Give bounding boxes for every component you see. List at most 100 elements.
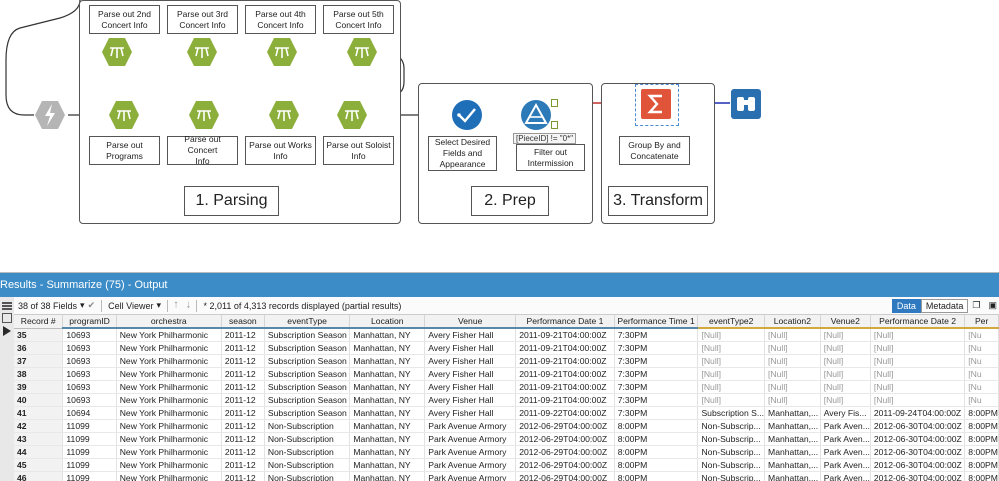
table-row[interactable]: 37 10693 New York Philharmonic 2011-12 Subsc… — [14, 354, 999, 368]
table-cell[interactable]: Manhattan, NY — [349, 445, 426, 459]
table-cell[interactable]: Subscription Season — [264, 367, 351, 381]
table-row[interactable]: 43 11099 New York Philharmonic 2011-12 Non-S… — [14, 432, 999, 446]
table-cell[interactable]: 10693 — [62, 341, 117, 355]
sort-down-button[interactable]: ⭣ — [182, 300, 194, 311]
table-cell[interactable]: 2011-12 — [221, 328, 265, 342]
column-header[interactable]: Venue2 — [820, 315, 871, 329]
table-cell[interactable]: [Null] — [764, 328, 821, 342]
table-cell[interactable]: New York Philharmonic — [116, 380, 222, 394]
table-cell[interactable]: 8:00PM — [614, 432, 699, 446]
table-cell[interactable]: 2012-06-29T04:00:00Z — [515, 432, 615, 446]
table-cell[interactable]: 11099 — [62, 419, 117, 433]
column-header[interactable]: Record # — [14, 315, 64, 329]
parse-tool-programs[interactable] — [108, 99, 140, 131]
table-cell[interactable]: Non-Subscrip... — [697, 445, 766, 459]
record-number-cell[interactable]: 44 — [14, 445, 64, 459]
parse-tool-works[interactable] — [268, 99, 300, 131]
table-cell[interactable]: Park Avenue Armory — [424, 419, 517, 433]
table-row[interactable]: 40 10693 New York Philharmonic 2011-12 Subsc… — [14, 393, 999, 407]
table-cell[interactable]: [Null] — [820, 341, 871, 355]
table-cell[interactable]: Park Aven... — [820, 458, 871, 472]
table-cell[interactable]: [Nu — [964, 367, 999, 381]
list-icon[interactable] — [2, 302, 12, 304]
table-cell[interactable]: 2012-06-29T04:00:00Z — [515, 419, 615, 433]
table-cell[interactable]: Non-Subscrip... — [697, 432, 766, 446]
table-cell[interactable]: 2011-09-21T04:00:00Z — [515, 328, 615, 342]
record-number-cell[interactable]: 40 — [14, 393, 64, 407]
table-cell[interactable]: [Null] — [697, 328, 766, 342]
table-cell[interactable]: [Null] — [764, 393, 821, 407]
table-cell[interactable]: 2012-06-30T04:00:00Z — [870, 458, 966, 472]
table-cell[interactable]: 2011-09-21T04:00:00Z — [515, 380, 615, 394]
table-cell[interactable]: New York Philharmonic — [116, 458, 222, 472]
table-cell[interactable]: Park Aven... — [820, 419, 871, 433]
table-cell[interactable]: 2011-12 — [221, 406, 265, 420]
table-cell[interactable]: Subscription Season — [264, 406, 351, 420]
workflow-canvas[interactable]: 1. Parsing 2. Prep 3. Transform Parse ou… — [0, 0, 999, 272]
table-cell[interactable]: 10693 — [62, 380, 117, 394]
table-cell[interactable]: 11099 — [62, 445, 117, 459]
data-tab[interactable]: Data — [891, 298, 921, 313]
copy-button[interactable]: ❐ — [968, 300, 984, 311]
table-cell[interactable]: New York Philharmonic — [116, 393, 222, 407]
table-cell[interactable]: 7:30PM — [614, 380, 699, 394]
table-cell[interactable]: [Null] — [820, 393, 871, 407]
table-cell[interactable]: 7:30PM — [614, 406, 699, 420]
table-cell[interactable]: New York Philharmonic — [116, 328, 222, 342]
table-row[interactable]: 36 10693 New York Philharmonic 2011-12 Subsc… — [14, 341, 999, 355]
filter-true-anchor[interactable] — [551, 99, 558, 107]
table-cell[interactable]: Avery Fisher Hall — [424, 354, 517, 368]
table-cell[interactable]: 8:00PM — [964, 406, 999, 420]
table-cell[interactable]: [Null] — [697, 354, 766, 368]
arrow-right-icon[interactable] — [3, 326, 11, 336]
record-number-cell[interactable]: 45 — [14, 458, 64, 472]
record-number-cell[interactable]: 43 — [14, 432, 64, 446]
table-cell[interactable]: Manhattan, NY — [349, 406, 426, 420]
filter-false-anchor[interactable] — [551, 121, 558, 129]
table-cell[interactable]: Park Avenue Armory — [424, 432, 517, 446]
table-cell[interactable]: Manhattan,... — [764, 406, 821, 420]
column-header[interactable]: Performance Date 2 — [870, 315, 966, 329]
table-cell[interactable]: 8:00PM — [964, 458, 999, 472]
record-number-cell[interactable]: 37 — [14, 354, 64, 368]
table-cell[interactable]: 2011-09-21T04:00:00Z — [515, 393, 615, 407]
select-tool[interactable] — [451, 99, 483, 131]
table-cell[interactable]: 2011-12 — [221, 458, 265, 472]
column-header[interactable]: Location — [349, 315, 426, 329]
table-cell[interactable]: 2011-12 — [221, 445, 265, 459]
parse-tool-soloist[interactable] — [336, 99, 368, 131]
summarize-tool[interactable] — [640, 88, 672, 120]
table-cell[interactable]: 2012-06-30T04:00:00Z — [870, 445, 966, 459]
table-cell[interactable]: 2011-09-24T04:00:00Z — [870, 406, 966, 420]
table-cell[interactable]: New York Philharmonic — [116, 341, 222, 355]
table-cell[interactable]: 11099 — [62, 458, 117, 472]
table-cell[interactable]: 7:30PM — [614, 367, 699, 381]
table-cell[interactable]: [Null] — [820, 380, 871, 394]
column-header[interactable]: Per — [964, 315, 999, 329]
table-cell[interactable]: [Null] — [764, 341, 821, 355]
parse-tool-4th[interactable] — [266, 36, 298, 68]
record-number-cell[interactable]: 42 — [14, 419, 64, 433]
table-cell[interactable]: New York Philharmonic — [116, 354, 222, 368]
table-cell[interactable]: Manhattan,... — [764, 432, 821, 446]
table-cell[interactable]: Avery Fisher Hall — [424, 367, 517, 381]
metadata-tab[interactable]: Metadata — [920, 298, 969, 313]
table-cell[interactable]: New York Philharmonic — [116, 367, 222, 381]
column-header[interactable]: Location2 — [764, 315, 821, 329]
table-cell[interactable]: 7:30PM — [614, 354, 699, 368]
table-cell[interactable]: 2012-06-29T04:00:00Z — [515, 445, 615, 459]
table-cell[interactable]: Manhattan, NY — [349, 419, 426, 433]
table-row[interactable]: 35 10693 New York Philharmonic 2011-12 Subsc… — [14, 328, 999, 342]
table-cell[interactable]: Manhattan, NY — [349, 367, 426, 381]
table-cell[interactable]: [Null] — [870, 354, 966, 368]
table-cell[interactable]: Manhattan, NY — [349, 328, 426, 342]
table-cell[interactable]: 10693 — [62, 328, 117, 342]
table-row[interactable]: 45 11099 New York Philharmonic 2011-12 Non-S… — [14, 458, 999, 472]
table-cell[interactable]: Subscription Season — [264, 393, 351, 407]
table-cell[interactable]: 8:00PM — [614, 419, 699, 433]
table-row[interactable]: 41 10694 New York Philharmonic 2011-12 Subsc… — [14, 406, 999, 420]
table-cell[interactable]: Manhattan, NY — [349, 458, 426, 472]
table-cell[interactable]: 2011-12 — [221, 432, 265, 446]
table-cell[interactable]: Non-Subscrip... — [697, 458, 766, 472]
table-cell[interactable]: 2011-12 — [221, 380, 265, 394]
